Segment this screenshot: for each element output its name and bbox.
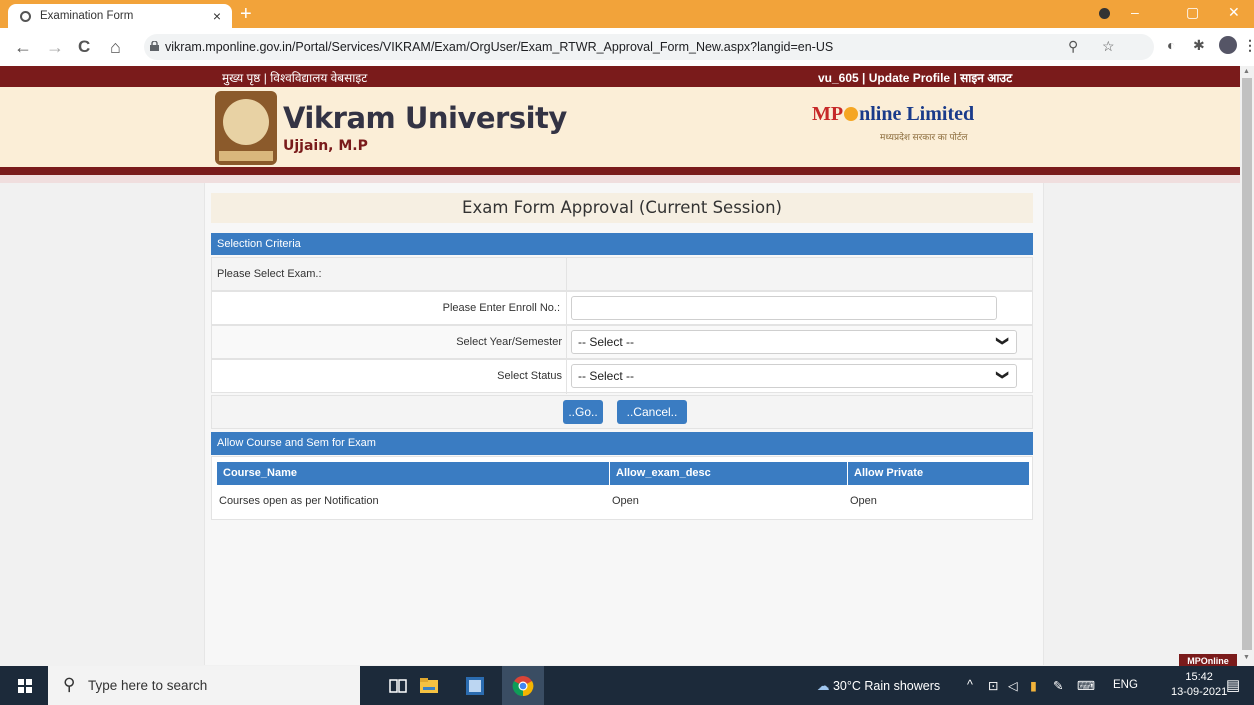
scrollbar-thumb[interactable] [1242, 78, 1252, 650]
status-row: Select Status -- Select -- ❯ [211, 359, 1033, 394]
column-header-allow-private: Allow Private [848, 462, 1029, 485]
status-label: Select Status [497, 370, 562, 382]
allow-course-header: Allow Course and Sem for Exam [211, 432, 1033, 455]
mponline-logo: MP nline Limited [812, 103, 975, 125]
windows-taskbar: ⚲ Type here to search ☁ 30°C Rain shower… [0, 666, 1254, 705]
search-placeholder: Type here to search [88, 678, 208, 693]
action-button-row: ..Go.. ..Cancel.. [211, 395, 1033, 429]
cancel-button[interactable]: ..Cancel.. [617, 400, 687, 424]
globe-icon [20, 10, 31, 22]
update-profile-link[interactable]: Update Profile [869, 71, 950, 85]
cloud-icon: ☁ [817, 679, 830, 693]
select-exam-label: Please Select Exam.: [217, 268, 322, 280]
pen-icon[interactable]: ✎ [1053, 678, 1063, 693]
app-tray-icon[interactable]: ▮ [1030, 678, 1037, 693]
forward-icon[interactable]: → [46, 37, 64, 58]
status-value: -- Select -- [578, 369, 635, 383]
reload-icon[interactable]: C [78, 37, 90, 57]
taskbar-search-box[interactable]: ⚲ Type here to search [48, 666, 360, 705]
browser-menu-icon[interactable]: ⋮ [1243, 37, 1254, 54]
header-shadow [0, 175, 1240, 183]
tray-overflow-icon[interactable]: ^ [967, 678, 973, 692]
column-header-course-name: Course_Name [217, 462, 609, 485]
year-semester-select[interactable]: -- Select -- ❯ [571, 330, 1017, 354]
separator: | [263, 71, 267, 85]
chrome-icon [512, 676, 534, 697]
url-text: vikram.mponline.gov.in/Portal/Services/V… [165, 40, 834, 54]
chrome-taskbar-active[interactable] [502, 666, 544, 705]
mponline-tagline: मध्यप्रदेश सरकार का पोर्टल [880, 132, 968, 142]
photos-app-icon[interactable] [464, 675, 486, 697]
year-semester-row: Select Year/Semester -- Select -- ❯ [211, 325, 1033, 360]
back-icon[interactable]: ← [14, 37, 32, 58]
notification-icon[interactable]: ▤ [1226, 676, 1240, 694]
enroll-number-input[interactable] [571, 296, 997, 320]
username-label: vu_605 [818, 71, 859, 85]
header-divider [0, 167, 1240, 175]
university-emblem-icon [215, 91, 277, 165]
browser-tab-examination-form[interactable]: Examination Form × [8, 4, 232, 28]
select-exam-row: Please Select Exam.: [211, 257, 1033, 292]
volume-icon[interactable]: ◁ [1008, 678, 1018, 693]
sign-out-link[interactable]: साइन आउट [960, 71, 1012, 85]
column-header-allow-exam-desc: Allow_exam_desc [610, 462, 847, 485]
university-city: Ujjain, M.P [283, 138, 368, 154]
go-button[interactable]: ..Go.. [563, 400, 603, 424]
chevron-down-icon: ❯ [995, 369, 1010, 381]
scroll-up-icon[interactable]: ▲ [1243, 68, 1250, 75]
table-cell-course-name: Courses open as per Notification [219, 495, 379, 507]
site-top-bar: मुख्य पृष्ठ | विश्वविद्यालय वेबसाइट vu_6… [0, 66, 1240, 87]
year-semester-label: Select Year/Semester [456, 336, 562, 348]
url-field[interactable]: vikram.mponline.gov.in/Portal/Services/V… [144, 34, 1154, 60]
extension-icon[interactable]: ◐ [1167, 37, 1175, 53]
profile-icon[interactable] [1099, 8, 1110, 19]
separator: | [862, 71, 866, 85]
weather-widget[interactable]: ☁ 30°C Rain showers [817, 678, 940, 693]
chevron-down-icon: ❯ [995, 335, 1010, 347]
vertical-scrollbar[interactable]: ▲ ▼ [1240, 66, 1254, 666]
close-tab-icon[interactable]: × [208, 8, 226, 24]
bookmark-star-icon[interactable]: ☆ [1102, 38, 1115, 55]
university-name: Vikram University [283, 101, 567, 135]
enroll-row: Please Enter Enroll No.: [211, 291, 1033, 326]
minimize-button[interactable]: – [1131, 4, 1139, 20]
scroll-down-icon[interactable]: ▼ [1243, 654, 1250, 661]
allow-course-table: Course_Name Allow_exam_desc Allow Privat… [211, 456, 1033, 520]
task-view-icon[interactable] [387, 675, 409, 697]
tab-title: Examination Form [40, 10, 134, 22]
browser-tab-strip: Examination Form × + – ▢ ✕ [0, 0, 1254, 28]
selection-criteria-header: Selection Criteria [211, 233, 1033, 255]
new-tab-button[interactable]: + [240, 3, 252, 25]
year-semester-value: -- Select -- [578, 335, 635, 349]
lock-icon [150, 41, 159, 51]
enroll-label: Please Enter Enroll No.: [442, 302, 560, 314]
avatar[interactable] [1219, 36, 1237, 54]
windows-start-icon[interactable] [18, 679, 32, 693]
clock-time: 15:42 [1185, 671, 1213, 683]
page-title: Exam Form Approval (Current Session) [211, 193, 1033, 223]
file-explorer-icon[interactable] [418, 675, 440, 697]
sun-icon [844, 107, 859, 121]
maximize-button[interactable]: ▢ [1186, 4, 1199, 21]
clock-date: 13-09-2021 [1171, 686, 1228, 698]
address-bar-row: ← → C ⌂ vikram.mponline.gov.in/Portal/Se… [0, 28, 1254, 67]
zoom-icon[interactable]: ⚲ [1068, 38, 1078, 55]
home-icon[interactable]: ⌂ [110, 37, 121, 58]
extensions-puzzle-icon[interactable]: ✱ [1193, 37, 1205, 54]
network-icon[interactable]: ⊡ [988, 678, 998, 693]
search-icon: ⚲ [63, 675, 76, 694]
university-website-link[interactable]: विश्वविद्यालय वेबसाइट [270, 71, 367, 85]
input-language[interactable]: ENG [1113, 679, 1138, 691]
site-header: Vikram University Ujjain, M.P MP nline Li… [0, 87, 1240, 167]
table-cell-allow-private: Open [850, 495, 877, 507]
home-page-link[interactable]: मुख्य पृष्ठ [222, 71, 260, 85]
table-cell-allow-exam-desc: Open [612, 495, 639, 507]
separator: | [953, 71, 957, 85]
system-clock[interactable]: 15:42 13-09-2021 [1171, 670, 1227, 700]
close-window-button[interactable]: ✕ [1228, 4, 1240, 21]
status-select[interactable]: -- Select -- ❯ [571, 364, 1017, 388]
keyboard-icon[interactable]: ⌨ [1077, 678, 1095, 693]
